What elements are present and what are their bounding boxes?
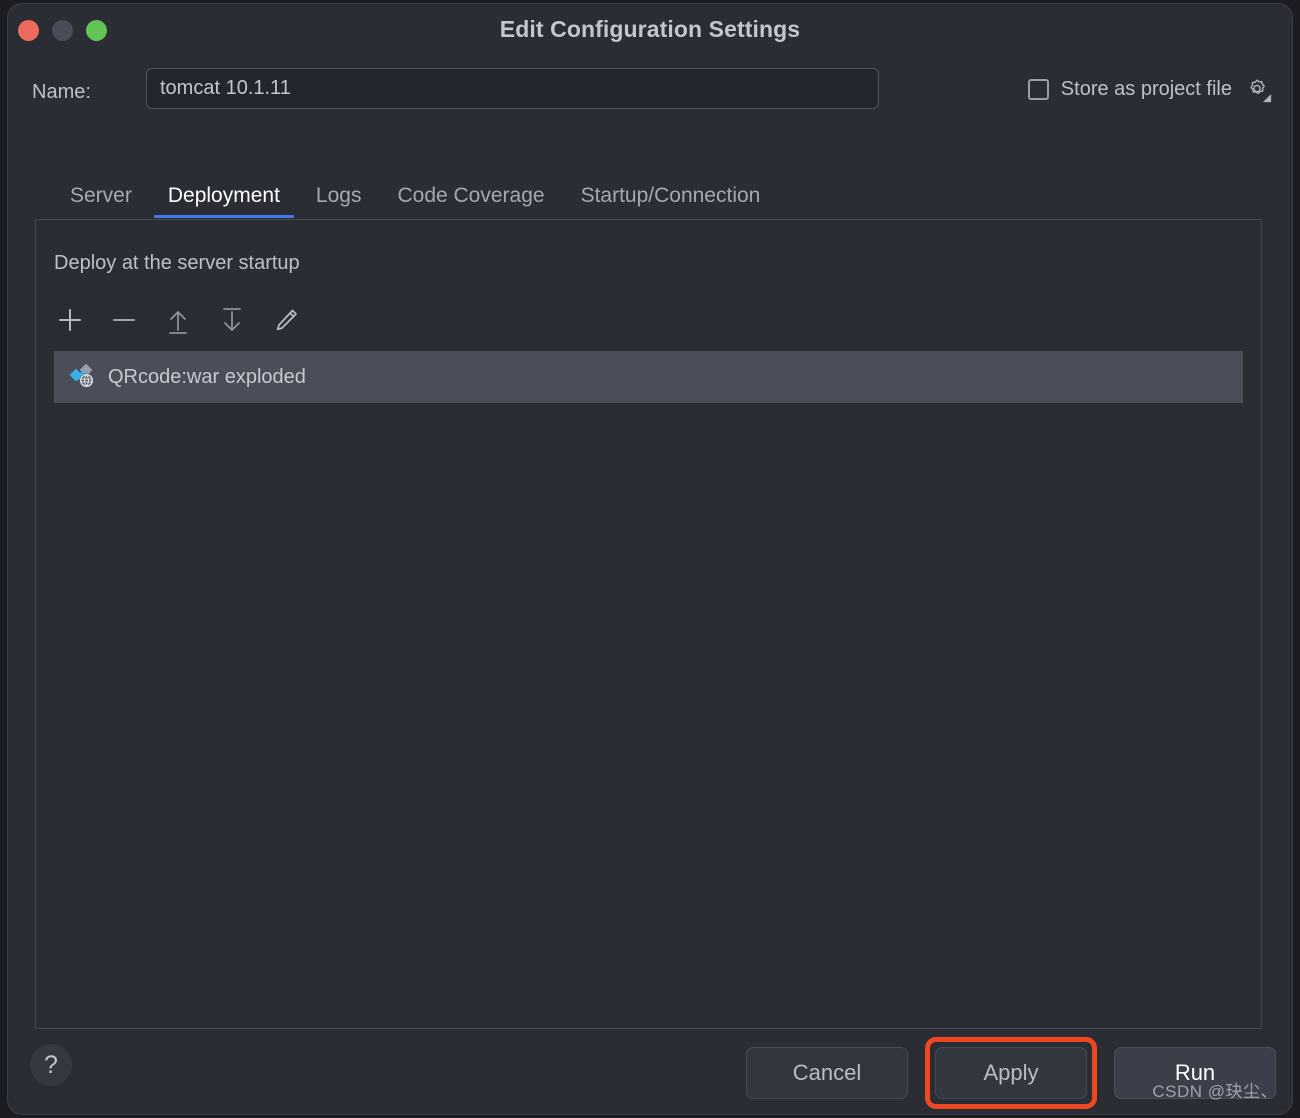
apply-button-highlight: Apply (925, 1037, 1097, 1109)
minus-icon (113, 319, 135, 321)
name-row: Name: tomcat 10.1.11 Store as project fi… (8, 68, 1292, 120)
list-item[interactable]: QRcode:war exploded (54, 351, 1243, 403)
store-as-project-file-label: Store as project file (1060, 77, 1232, 100)
cancel-button[interactable]: Cancel (746, 1047, 908, 1099)
window-titlebar: Edit Configuration Settings (8, 4, 1292, 56)
deploy-section-title: Deploy at the server startup (54, 252, 300, 274)
footer-button-group: Cancel Apply Run (746, 1037, 1276, 1109)
store-as-project-file-group: Store as project file (1027, 73, 1272, 105)
arrow-up-icon (169, 311, 187, 334)
help-button[interactable]: ? (30, 1044, 72, 1086)
plus-icon (59, 309, 81, 331)
tab-deployment[interactable]: Deployment (150, 184, 298, 218)
edit-button[interactable] (270, 304, 302, 336)
tab-code-coverage[interactable]: Code Coverage (379, 184, 562, 218)
remove-button[interactable] (108, 304, 140, 336)
move-down-button[interactable] (216, 304, 248, 336)
deployment-panel: Deploy at the server startup QRcode:war … (35, 219, 1262, 1029)
pencil-icon (276, 309, 297, 331)
apply-button[interactable]: Apply (935, 1047, 1087, 1099)
settings-tabs: Server Deployment Logs Code Coverage Sta… (52, 184, 778, 218)
edit-configuration-dialog: Edit Configuration Settings Name: tomcat… (8, 4, 1292, 1114)
window-title: Edit Configuration Settings (499, 16, 801, 42)
name-label: Name: (32, 81, 91, 103)
run-button[interactable]: Run (1114, 1047, 1276, 1099)
name-input[interactable]: tomcat 10.1.11 (146, 68, 879, 109)
arrow-down-icon (223, 308, 241, 331)
tab-server[interactable]: Server (52, 184, 150, 218)
gear-icon[interactable] (1244, 76, 1272, 103)
store-as-project-file-checkbox[interactable] (1027, 78, 1049, 100)
tab-logs[interactable]: Logs (298, 184, 380, 218)
tab-startup-connection[interactable]: Startup/Connection (563, 184, 779, 218)
move-up-button[interactable] (162, 304, 194, 336)
dialog-footer: ? Cancel Apply Run CSDN @玦尘、 (8, 1028, 1292, 1114)
list-item-label: QRcode:war exploded (108, 365, 306, 388)
web-artifact-icon (69, 363, 96, 390)
deployment-toolbar (54, 302, 302, 338)
deployment-list: QRcode:war exploded (54, 351, 1243, 1018)
add-button[interactable] (54, 304, 86, 336)
